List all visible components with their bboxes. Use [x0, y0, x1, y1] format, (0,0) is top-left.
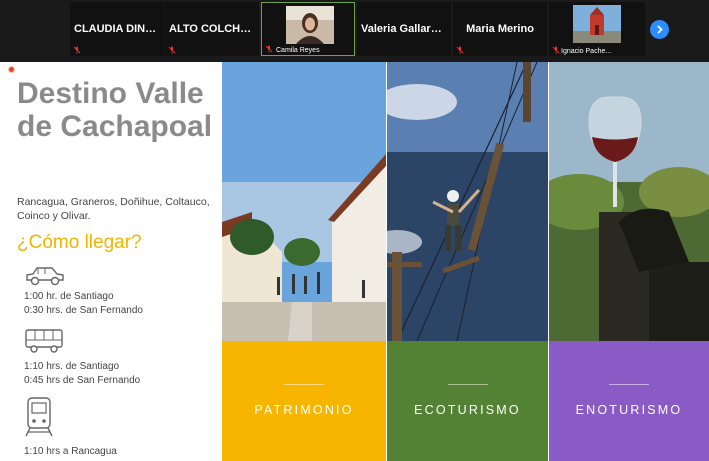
- participant-name: ALTO COLCHAG...: [169, 23, 259, 35]
- bus-icon: [25, 329, 63, 353]
- participant-name: Ignacio Pache...: [561, 48, 612, 55]
- wine-photo: [549, 62, 709, 341]
- participant-name: CLAUDIA DINA...: [74, 23, 163, 35]
- participant-tile-active[interactable]: Camila Reyes: [261, 2, 355, 56]
- participant-tile[interactable]: Maria Merino: [453, 2, 547, 56]
- route-car-text: 1:00 hr. de Santiago 0:30 hrs. de San Fe…: [24, 291, 143, 316]
- category-label: ECOTURISMO: [414, 403, 521, 417]
- chevron-right-icon: [657, 25, 663, 34]
- category-patrimonio: PATRIMONIO: [222, 341, 386, 461]
- category-ecoturismo: ECOTURISMO: [387, 341, 548, 461]
- muted-mic-icon: [168, 46, 176, 54]
- route-train-text: 1:10 hrs a Rancagua: [24, 446, 117, 457]
- participant-name: Camila Reyes: [276, 47, 320, 54]
- recording-indicator: [8, 66, 15, 73]
- participant-tile[interactable]: CLAUDIA DINA...: [70, 2, 164, 56]
- participant-video: [573, 5, 621, 43]
- shared-slide: Destino Valle de Cachapoal Rancagua, Gra…: [0, 62, 709, 461]
- ecotourism-photo: [387, 62, 548, 341]
- muted-mic-icon: [73, 46, 81, 54]
- muted-mic-icon: [552, 46, 560, 54]
- divider: [447, 384, 488, 385]
- participant-tile[interactable]: Ignacio Pache...: [549, 2, 645, 56]
- participant-tile[interactable]: ALTO COLCHAG...: [165, 2, 259, 56]
- participant-tile[interactable]: Valeria Gallardo...: [357, 2, 451, 56]
- category-label: ENOTURISMO: [575, 403, 683, 417]
- slide-title: Destino Valle de Cachapoal: [17, 77, 213, 143]
- muted-mic-icon: [456, 46, 464, 54]
- how-to-get-heading: ¿Cómo llegar?: [17, 232, 142, 253]
- category-enoturismo: ENOTURISMO: [549, 341, 709, 461]
- heritage-street-photo: [222, 62, 386, 341]
- next-page-button[interactable]: [650, 20, 669, 39]
- participant-strip: CLAUDIA DINA... ALTO COLCHAG... Camila R…: [0, 0, 709, 62]
- divider: [284, 384, 324, 385]
- route-bus-text: 1:10 hrs. de Santiago 0:45 hrs de San Fe…: [24, 361, 141, 386]
- train-icon: [25, 397, 53, 437]
- muted-mic-icon: [265, 45, 273, 53]
- car-icon: [26, 267, 64, 286]
- towns-list: Rancagua, Graneros, Doñihue, Coltauco, C…: [17, 196, 210, 222]
- participant-name: Valeria Gallardo...: [361, 23, 451, 35]
- participant-video: [286, 6, 334, 44]
- category-label: PATRIMONIO: [254, 403, 354, 417]
- participant-name: Maria Merino: [466, 23, 534, 35]
- divider: [609, 384, 649, 385]
